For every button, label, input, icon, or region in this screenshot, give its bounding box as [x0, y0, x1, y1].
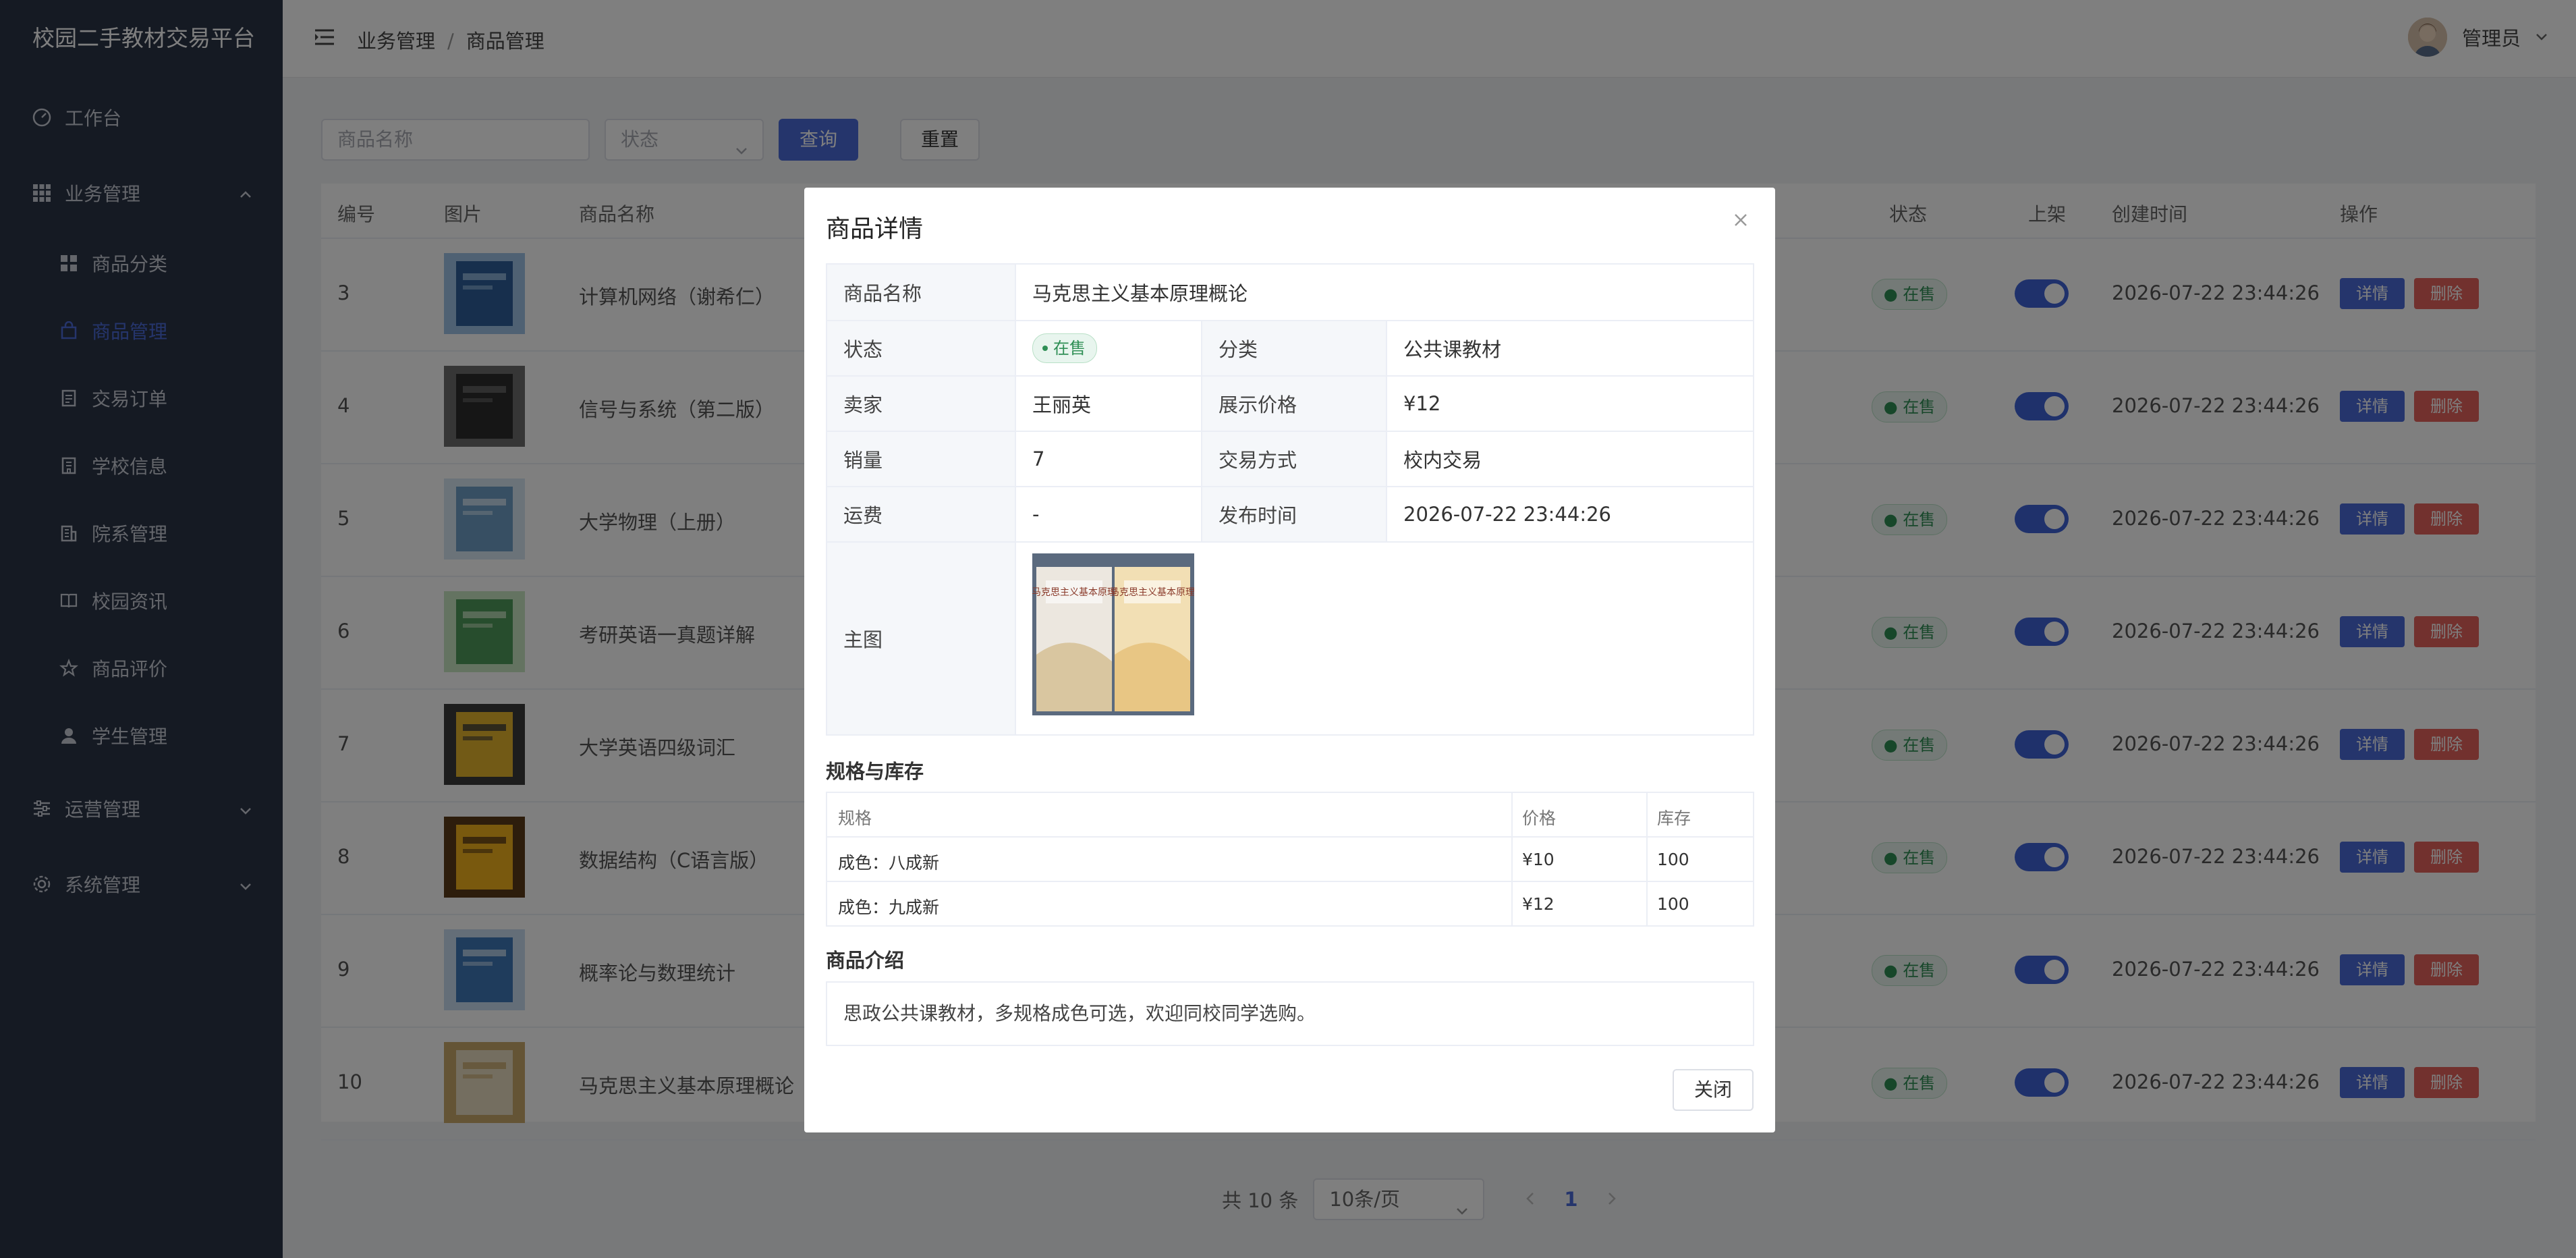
- spec-name: 成色：八成新: [838, 853, 940, 873]
- field-value: 2026-07-22 23:44:26: [1403, 503, 1611, 526]
- field-value: 王丽英: [1032, 393, 1092, 416]
- spec-stock: 100: [1657, 850, 1689, 869]
- field-label: 展示价格: [1201, 377, 1387, 431]
- goods-detail-dialog: 商品详情 商品名称 马克思主义基本原理概论 状态 在售 分类 公共课教材 卖家 …: [804, 188, 1775, 1132]
- spec-name: 成色：九成新: [838, 898, 940, 917]
- desc-row: 销量 7 交易方式 校内交易: [827, 432, 1753, 487]
- field-value: 马克思主义基本原理概论: [1032, 282, 1248, 305]
- goods-main-image: 马克思主义基本原理 马克思主义基本原理: [1032, 553, 1194, 715]
- field-label: 交易方式: [1201, 432, 1387, 486]
- table-row: 成色：八成新 ¥10 100: [827, 838, 1753, 882]
- field-label: 商品名称: [827, 265, 1016, 320]
- desc-row: 主图 马克思主义基本原理 马克思主义基本原理: [827, 543, 1753, 734]
- column-header: 库存: [1657, 809, 1691, 828]
- field-label: 卖家: [827, 377, 1016, 431]
- field-value: 7: [1032, 447, 1045, 470]
- field-label: 主图: [827, 543, 1016, 734]
- desc-row: 商品名称 马克思主义基本原理概论: [827, 265, 1753, 321]
- column-header: 价格: [1522, 809, 1557, 828]
- field-value: -: [1032, 503, 1040, 526]
- main-image[interactable]: 马克思主义基本原理 马克思主义基本原理: [1016, 543, 1194, 734]
- close-icon[interactable]: [1732, 208, 1749, 235]
- image-book-text: 马克思主义基本原理: [1110, 586, 1194, 598]
- field-value: 公共课教材: [1403, 338, 1502, 361]
- intro-section-title: 商品介绍: [826, 949, 905, 972]
- status-badge: 在售: [1032, 333, 1097, 363]
- goods-descriptions: 商品名称 马克思主义基本原理概论 状态 在售 分类 公共课教材 卖家 王丽英 展…: [826, 263, 1754, 736]
- desc-row: 卖家 王丽英 展示价格 ¥12: [827, 377, 1753, 432]
- field-label: 销量: [827, 432, 1016, 486]
- field-label: 分类: [1201, 321, 1387, 375]
- dialog-title: 商品详情: [826, 215, 924, 243]
- image-book-text: 马克思主义基本原理: [1032, 586, 1117, 598]
- table-row: 成色：九成新 ¥12 100: [827, 882, 1753, 925]
- spec-stock: 100: [1657, 894, 1689, 914]
- field-label: 发布时间: [1201, 487, 1387, 541]
- field-value: 校内交易: [1403, 449, 1482, 472]
- spec-table: 规格 价格 库存 成色：八成新 ¥10 100 成色：九成新 ¥12 100: [826, 792, 1754, 927]
- field-label: 状态: [827, 321, 1016, 375]
- field-label: 运费: [827, 487, 1016, 541]
- spec-header-row: 规格 价格 库存: [827, 793, 1753, 838]
- field-value: ¥12: [1403, 392, 1441, 415]
- column-header: 规格: [838, 809, 872, 828]
- desc-row: 运费 - 发布时间 2026-07-22 23:44:26: [827, 487, 1753, 543]
- field-value: 在售: [1016, 321, 1097, 375]
- spec-price: ¥10: [1522, 850, 1555, 869]
- spec-section-title: 规格与库存: [826, 760, 924, 783]
- close-button[interactable]: 关闭: [1673, 1069, 1754, 1111]
- spec-price: ¥12: [1522, 894, 1555, 914]
- goods-intro: 思政公共课教材，多规格成色可选，欢迎同校同学选购。: [826, 981, 1754, 1046]
- desc-row: 状态 在售 分类 公共课教材: [827, 321, 1753, 377]
